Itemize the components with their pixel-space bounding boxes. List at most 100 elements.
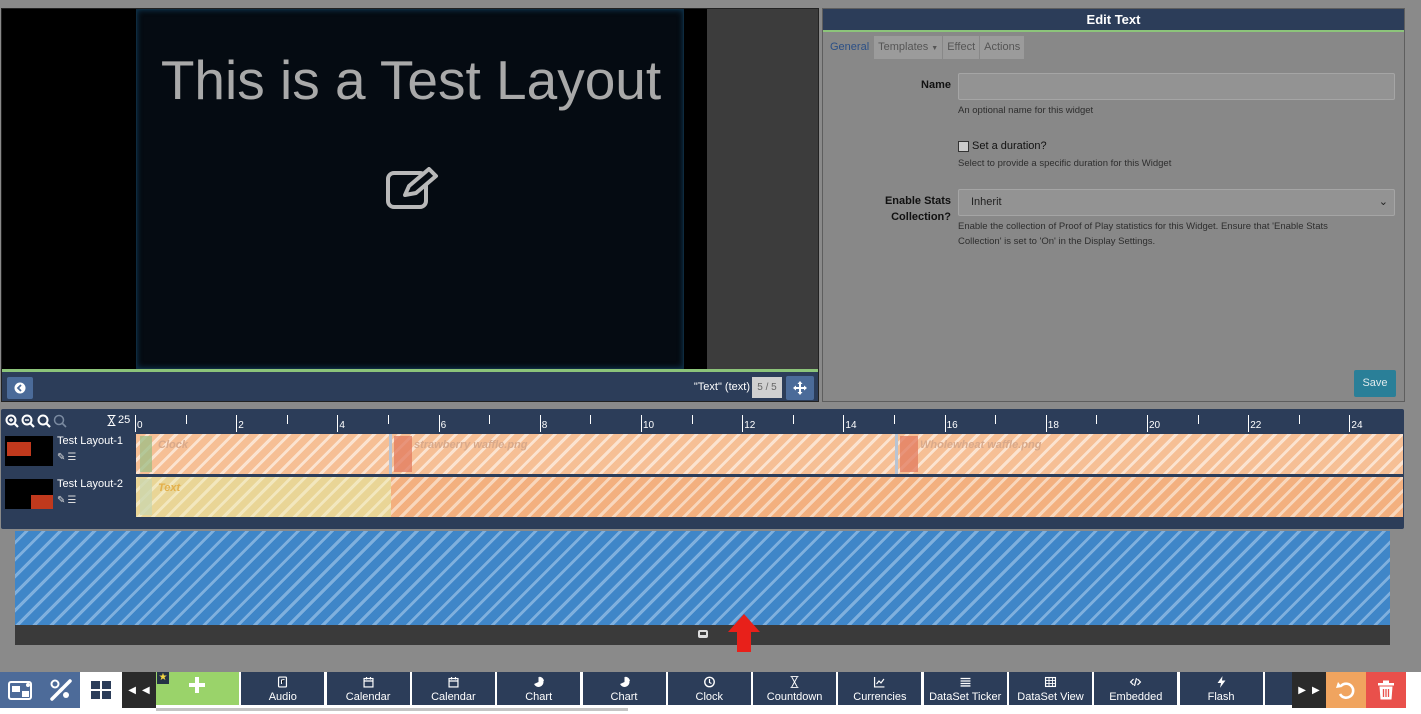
widget-button-audio[interactable]: Audio [241, 672, 325, 705]
widget-button-countdown[interactable]: Countdown [753, 672, 837, 705]
widget-label: Text [158, 482, 181, 494]
ruler-minor-tick [388, 415, 389, 424]
toolbar-scroll-left[interactable]: ◀​ ◀ [122, 672, 156, 708]
toolbar-scrollbar[interactable] [156, 708, 628, 711]
tab-templates[interactable]: Templates ▼ [874, 36, 943, 59]
widget-button-embedded[interactable]: Embedded [1094, 672, 1178, 705]
ruler-tick-label: 14 [845, 420, 857, 431]
widget-button-dataset-ticker[interactable]: DataSet Ticker [923, 672, 1007, 705]
layout-text-preview: This is a Test Layout [160, 49, 662, 111]
widget-button-label: DataSet View [1017, 691, 1084, 703]
chart-pie-icon [534, 676, 545, 687]
widget-clock[interactable]: Clock [136, 434, 389, 474]
ruler-minor-tick [185, 415, 187, 424]
widget-button-fo[interactable]: Fo [1264, 672, 1293, 705]
widget-button-label: DataSet Ticker [929, 691, 1002, 703]
widget-button-dataset-view[interactable]: DataSet View [1009, 672, 1092, 705]
ruler-major-tick [236, 415, 238, 432]
zoom-fit-icon[interactable] [37, 414, 51, 428]
duration-checkbox[interactable] [958, 140, 969, 152]
ruler-minor-tick [286, 415, 288, 424]
widget-button-chart[interactable]: Chart [582, 672, 666, 705]
widget-button-flash[interactable]: Flash [1179, 672, 1263, 705]
skip-end-icon[interactable]: ▶ [1312, 685, 1320, 696]
region-row-1[interactable]: Test Layout-1 ✎ ☰ Clock strawberry waffl… [3, 434, 1403, 474]
caret-down-icon: ▼ [931, 45, 939, 52]
widget-button-label: Audio [268, 691, 297, 703]
widget-text[interactable]: Text [136, 477, 391, 517]
widget-empty-segment[interactable] [391, 477, 1403, 517]
widget-label: Clock [158, 439, 188, 451]
ruler-tick-label: 10 [643, 420, 655, 431]
stats-help-line1: Enable the collection of Proof of Play s… [958, 221, 1328, 232]
widget-pager[interactable]: 5 / 5 [752, 377, 782, 398]
ruler-major-tick [1349, 415, 1351, 432]
save-button[interactable]: Save [1354, 370, 1396, 397]
layout-viewer: This is a Test Layout "Text" (text) 5 / … [1, 8, 819, 402]
ruler-minor-tick [995, 415, 997, 424]
caret-right-icon[interactable]: ▶ [1298, 685, 1306, 696]
widget-button-chart[interactable]: Chart [497, 672, 581, 705]
selected-widget-info: "Text" (text) [693, 381, 750, 393]
library-icon[interactable] [7, 679, 34, 701]
widget-button-calendar[interactable]: Calendar [411, 672, 495, 705]
stats-help: Enable the collection of Proof of Play s… [958, 219, 1328, 249]
list-icon[interactable]: ☰ [67, 495, 76, 506]
layouts-button[interactable] [80, 672, 122, 708]
properties-panel: Edit Text General Templates ▼ Effect Acti… [822, 8, 1405, 402]
ruler-minor-tick [590, 415, 592, 424]
delete-button[interactable] [1366, 672, 1406, 708]
clock-icon [703, 676, 715, 688]
calendar-icon [363, 677, 374, 688]
tab-actions[interactable]: Actions [980, 36, 1025, 59]
region-drop-zone[interactable] [15, 531, 1390, 625]
stats-collection-select[interactable]: Inherit ⌄ [958, 189, 1395, 216]
name-input[interactable] [958, 73, 1395, 100]
ruler-tick-label: 24 [1351, 420, 1363, 431]
ruler-minor-tick [489, 415, 491, 424]
widget-button-calendar[interactable]: Calendar [326, 672, 410, 705]
image-icon [900, 436, 918, 472]
tab-effect[interactable]: Effect [943, 36, 980, 59]
tab-general[interactable]: General [826, 36, 873, 59]
add-widget-button[interactable]: ★ [156, 672, 239, 705]
tools-icon[interactable] [49, 678, 73, 702]
list-icon[interactable]: ☰ [67, 452, 76, 463]
arrow-up-icon [728, 614, 760, 652]
widget-button-label: Calendar [431, 691, 476, 703]
arrows-move-icon [793, 381, 807, 395]
zoom-reset-icon[interactable] [53, 414, 67, 428]
widget-label: Wholewheat waffle.png [920, 439, 1042, 451]
region-actions: ✎ ☰ [57, 452, 76, 463]
zoom-out-icon[interactable] [21, 414, 35, 428]
widget-strawberry-image[interactable]: strawberry waffle.png [389, 434, 895, 474]
edit-icon[interactable] [385, 167, 439, 211]
region-row-2[interactable]: Test Layout-2 ✎ ☰ Text [3, 477, 1403, 517]
move-button[interactable] [786, 376, 814, 400]
zoom-in-icon[interactable] [5, 414, 19, 428]
region-name: Test Layout-2 [57, 478, 124, 490]
viewer-selected-region[interactable]: This is a Test Layout [136, 9, 684, 369]
caret-left-icon[interactable]: ◀ [142, 685, 150, 696]
ruler-tick-label: 4 [339, 420, 345, 431]
widget-button-currencies[interactable]: Currencies [838, 672, 922, 705]
edit-icon[interactable]: ✎ [57, 452, 65, 463]
widget-button-clock[interactable]: Clock [667, 672, 751, 705]
star-icon: ★ [157, 672, 169, 684]
undo-button[interactable] [1326, 672, 1366, 708]
skip-start-icon[interactable]: ◀​ [128, 685, 136, 696]
name-label: Name [921, 79, 951, 91]
arrow-left-circle-icon [14, 382, 26, 394]
inbox-icon [698, 630, 708, 638]
back-button[interactable] [7, 377, 33, 399]
edit-icon[interactable]: ✎ [57, 495, 65, 506]
toolbar-scroll-right[interactable]: ▶ ▶ [1292, 672, 1326, 708]
layout-duration: 25 [107, 414, 130, 426]
widget-button-label: Chart [525, 691, 553, 703]
duration-checkbox-row[interactable]: Set a duration? [958, 140, 1047, 152]
chevron-down-icon: ⌄ [1378, 196, 1388, 208]
chart-pie-icon [619, 676, 630, 687]
widget-wholewheat-image[interactable]: Wholewheat waffle.png [895, 434, 1403, 474]
region-thumbnail [5, 479, 53, 509]
ruler-major-tick [1248, 415, 1250, 432]
